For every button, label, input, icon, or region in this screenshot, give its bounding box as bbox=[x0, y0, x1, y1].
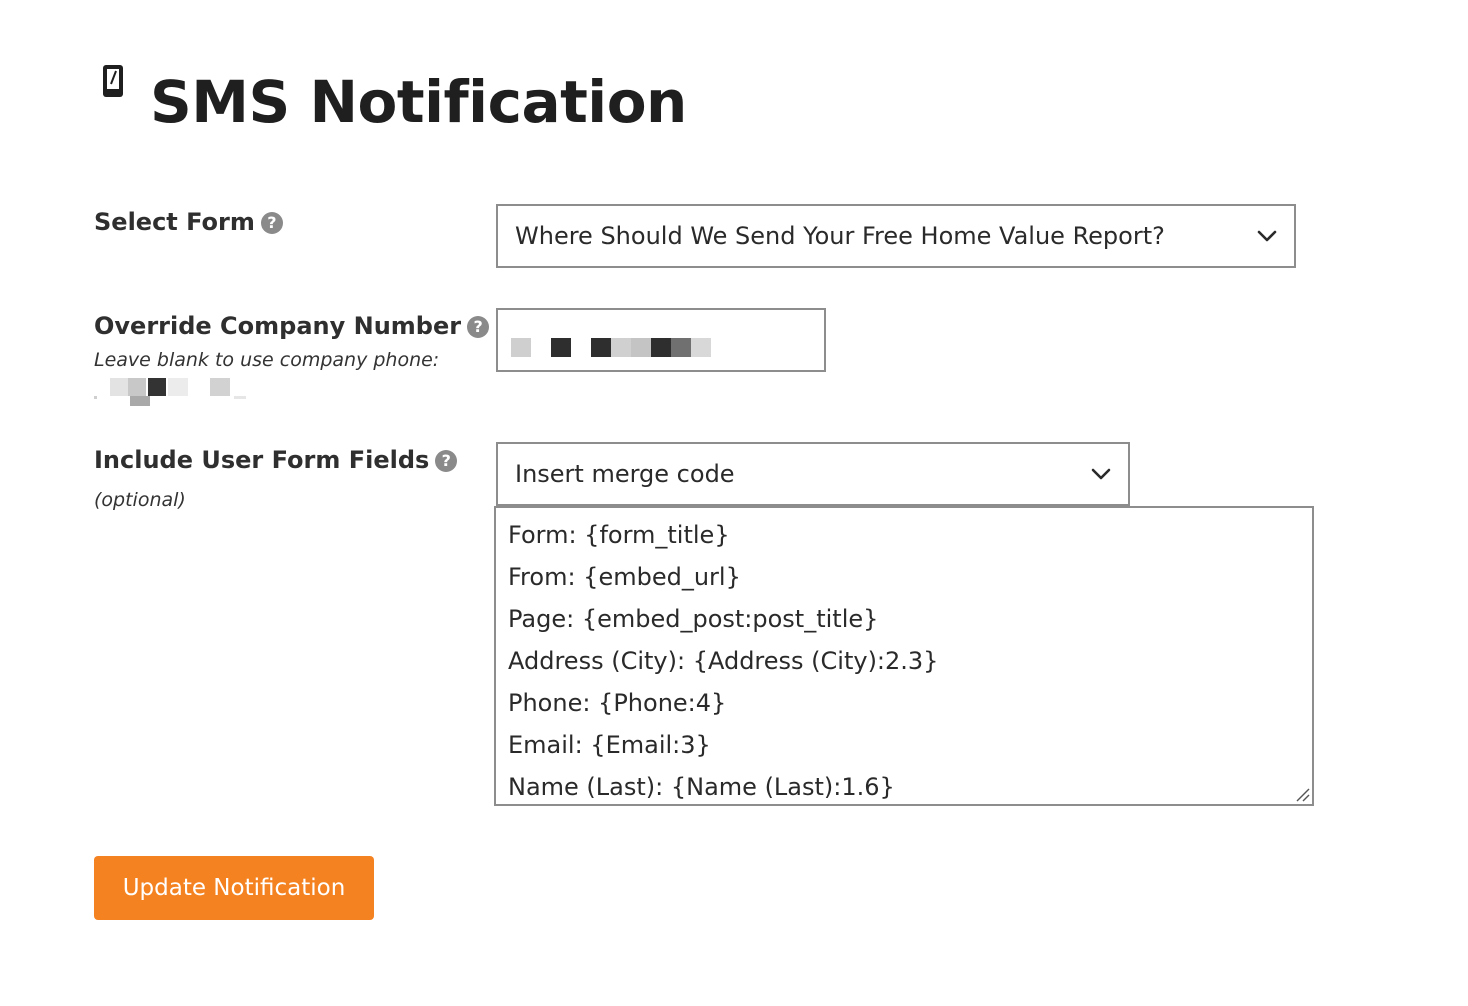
message-line: Email: {Email:3} bbox=[508, 731, 711, 759]
form-select-value: Where Should We Send Your Free Home Valu… bbox=[515, 222, 1165, 250]
mobile-phone-icon bbox=[103, 65, 123, 97]
message-line: Phone: {Phone:4} bbox=[508, 689, 727, 717]
form-select[interactable]: Where Should We Send Your Free Home Valu… bbox=[496, 204, 1296, 268]
help-icon[interactable]: ? bbox=[260, 212, 283, 234]
resize-handle-icon[interactable] bbox=[1294, 786, 1310, 802]
override-number-label: Override Company Number? bbox=[94, 311, 490, 341]
merge-code-select[interactable]: Insert merge code bbox=[496, 442, 1130, 506]
chevron-down-icon bbox=[1257, 230, 1277, 242]
message-line: Name (Last): {Name (Last):1.6} bbox=[508, 773, 895, 801]
override-number-label-text: Override Company Number bbox=[94, 312, 462, 340]
help-icon[interactable]: ? bbox=[435, 450, 458, 472]
redacted-company-phone bbox=[94, 376, 254, 408]
merge-code-select-value: Insert merge code bbox=[515, 460, 735, 488]
help-icon[interactable]: ? bbox=[467, 316, 490, 338]
chevron-down-icon bbox=[1091, 468, 1111, 480]
select-form-label: Select Form? bbox=[94, 207, 283, 237]
user-fields-hint: (optional) bbox=[94, 489, 186, 511]
message-textarea[interactable]: Form: {form_title} From: {embed_url} Pag… bbox=[494, 506, 1314, 806]
override-number-hint: Leave blank to use company phone: bbox=[94, 349, 440, 371]
page-title: SMS Notification bbox=[150, 68, 687, 136]
message-line: Form: {form_title} bbox=[508, 521, 730, 549]
user-fields-label-text: Include User Form Fields bbox=[94, 446, 430, 474]
override-number-input[interactable] bbox=[496, 308, 826, 372]
message-line: From: {embed_url} bbox=[508, 563, 741, 591]
message-line: Address (City): {Address (City):2.3} bbox=[508, 647, 939, 675]
user-fields-label: Include User Form Fields? bbox=[94, 445, 458, 475]
message-line: Page: {embed_post:post_title} bbox=[508, 605, 879, 633]
update-notification-button[interactable]: Update Notification bbox=[94, 856, 374, 920]
select-form-label-text: Select Form bbox=[94, 208, 255, 236]
